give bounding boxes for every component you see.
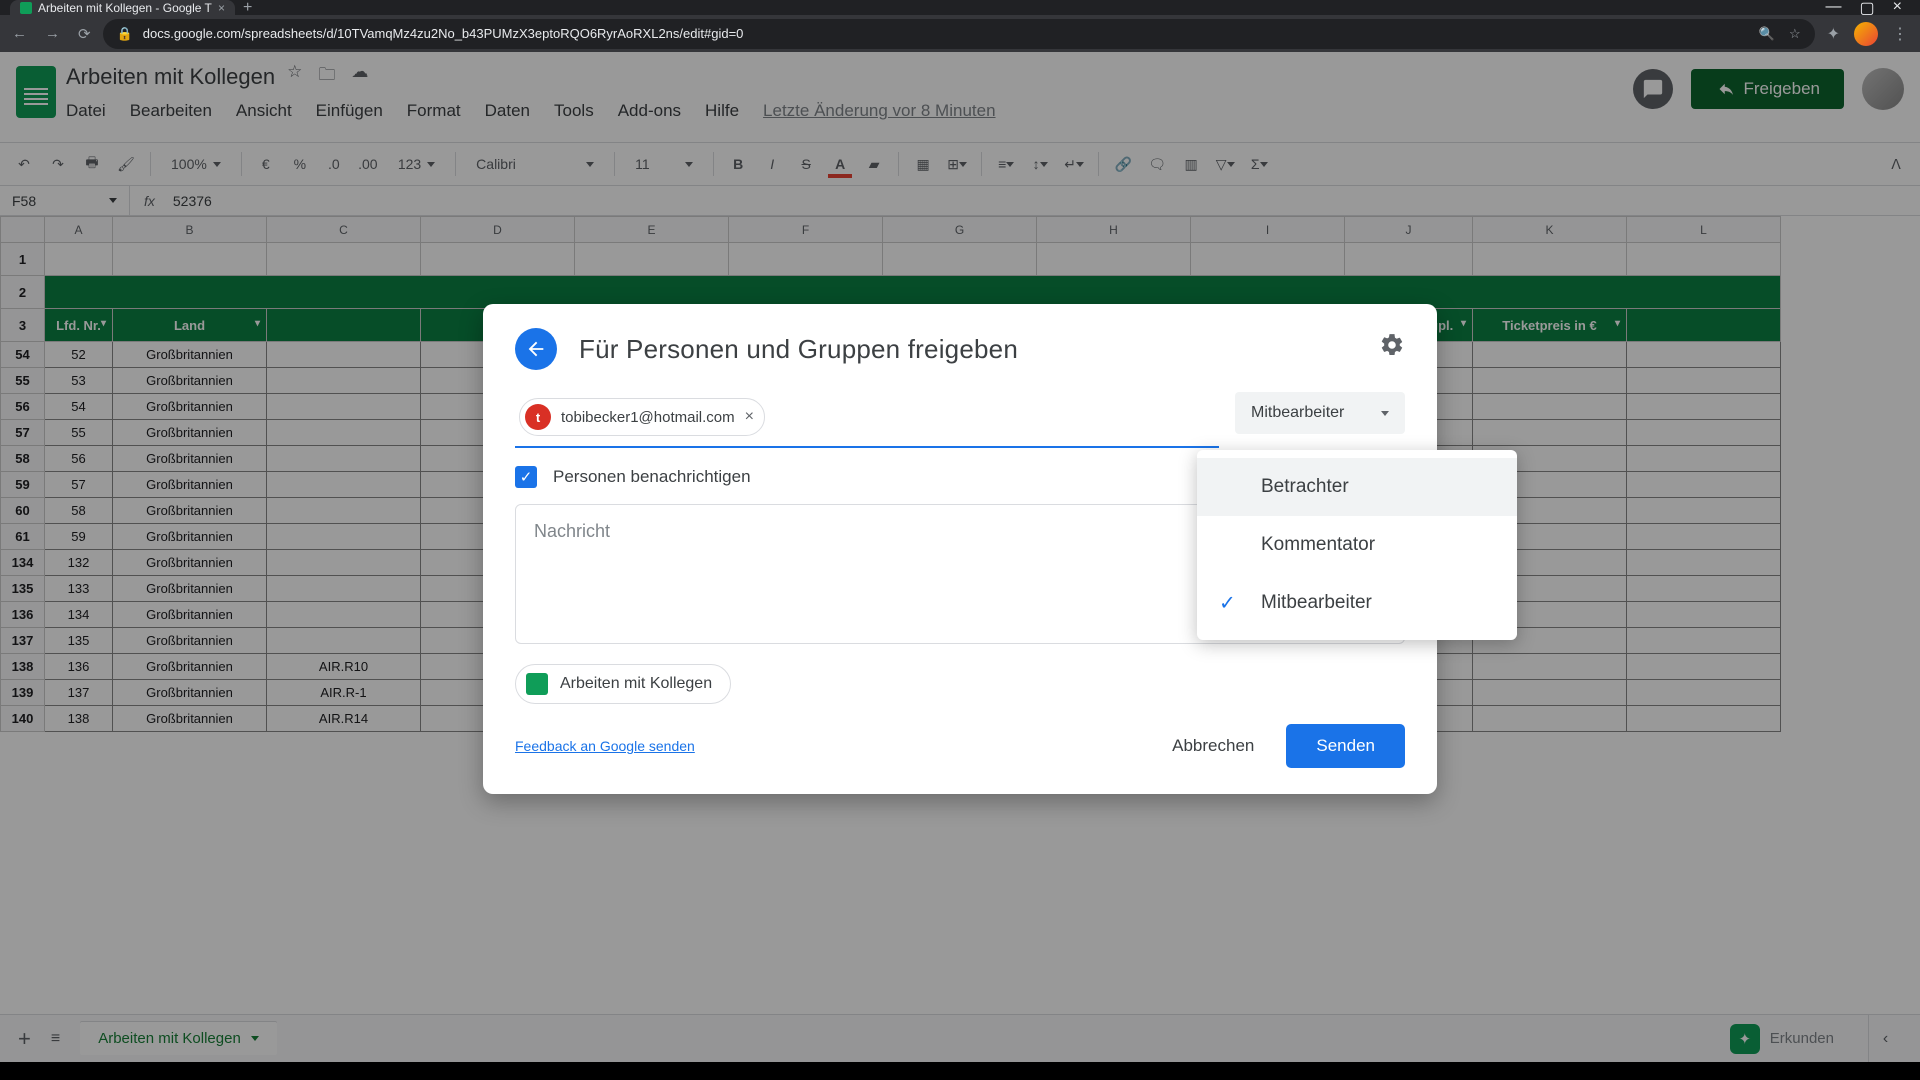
browser-tab[interactable]: Arbeiten mit Kollegen - Google T × bbox=[10, 0, 235, 15]
back-button[interactable] bbox=[515, 328, 557, 370]
share-dialog: Für Personen und Gruppen freigeben t tob… bbox=[483, 304, 1437, 794]
chevron-down-icon bbox=[1381, 411, 1389, 416]
menu-icon[interactable]: ⋮ bbox=[1892, 24, 1908, 44]
profile-avatar-icon[interactable] bbox=[1854, 22, 1878, 46]
star-icon[interactable]: ☆ bbox=[1789, 26, 1801, 42]
reload-icon[interactable]: ⟳ bbox=[78, 25, 91, 43]
send-button[interactable]: Senden bbox=[1286, 724, 1405, 768]
tab-bar: Arbeiten mit Kollegen - Google T × + — ▢… bbox=[0, 0, 1920, 15]
taskbar bbox=[0, 1062, 1920, 1080]
extensions-icon[interactable]: ✦ bbox=[1827, 24, 1840, 44]
role-option-editor[interactable]: ✓ Mitbearbeiter bbox=[1197, 574, 1517, 632]
dialog-title: Für Personen und Gruppen freigeben bbox=[579, 334, 1018, 365]
role-selected-label: Mitbearbeiter bbox=[1251, 404, 1344, 422]
browser-chrome: Arbeiten mit Kollegen - Google T × + — ▢… bbox=[0, 0, 1920, 52]
role-dropdown-menu: Betrachter Kommentator ✓ Mitbearbeiter bbox=[1197, 450, 1517, 640]
sheets-icon bbox=[526, 673, 548, 695]
feedback-link[interactable]: Feedback an Google senden bbox=[515, 738, 695, 754]
remove-person-icon[interactable]: × bbox=[745, 408, 754, 426]
share-dialog-backdrop: Für Personen und Gruppen freigeben t tob… bbox=[0, 52, 1920, 1062]
role-option-viewer[interactable]: Betrachter bbox=[1197, 458, 1517, 516]
tab-title: Arbeiten mit Kollegen - Google T bbox=[38, 1, 212, 15]
person-chip: t tobibecker1@hotmail.com × bbox=[519, 398, 765, 436]
zoom-icon[interactable]: 🔍 bbox=[1759, 26, 1775, 42]
notify-label: Personen benachrichtigen bbox=[553, 467, 751, 487]
cancel-button[interactable]: Abbrechen bbox=[1162, 726, 1264, 766]
close-tab-icon[interactable]: × bbox=[218, 1, 225, 15]
person-email: tobibecker1@hotmail.com bbox=[561, 409, 735, 426]
role-option-commenter[interactable]: Kommentator bbox=[1197, 516, 1517, 574]
sheets-favicon bbox=[20, 2, 32, 14]
notify-checkbox[interactable]: ✓ bbox=[515, 466, 537, 488]
attachment-name: Arbeiten mit Kollegen bbox=[560, 675, 712, 693]
address-bar: ← → ⟳ 🔒 docs.google.com/spreadsheets/d/1… bbox=[0, 15, 1920, 52]
role-select[interactable]: Mitbearbeiter Betrachter Kommentator ✓ M… bbox=[1235, 392, 1405, 434]
check-icon: ✓ bbox=[1219, 591, 1236, 616]
attachment-chip: Arbeiten mit Kollegen bbox=[515, 664, 731, 704]
url-input[interactable]: 🔒 docs.google.com/spreadsheets/d/10TVamq… bbox=[103, 19, 1815, 49]
url-text: docs.google.com/spreadsheets/d/10TVamqMz… bbox=[143, 26, 744, 41]
back-icon[interactable]: ← bbox=[12, 25, 27, 43]
lock-icon: 🔒 bbox=[117, 26, 133, 42]
person-avatar-icon: t bbox=[525, 404, 551, 430]
people-input[interactable]: t tobibecker1@hotmail.com × bbox=[515, 392, 1219, 448]
forward-icon[interactable]: → bbox=[45, 25, 60, 43]
settings-button[interactable] bbox=[1379, 332, 1405, 363]
message-placeholder: Nachricht bbox=[534, 521, 610, 541]
